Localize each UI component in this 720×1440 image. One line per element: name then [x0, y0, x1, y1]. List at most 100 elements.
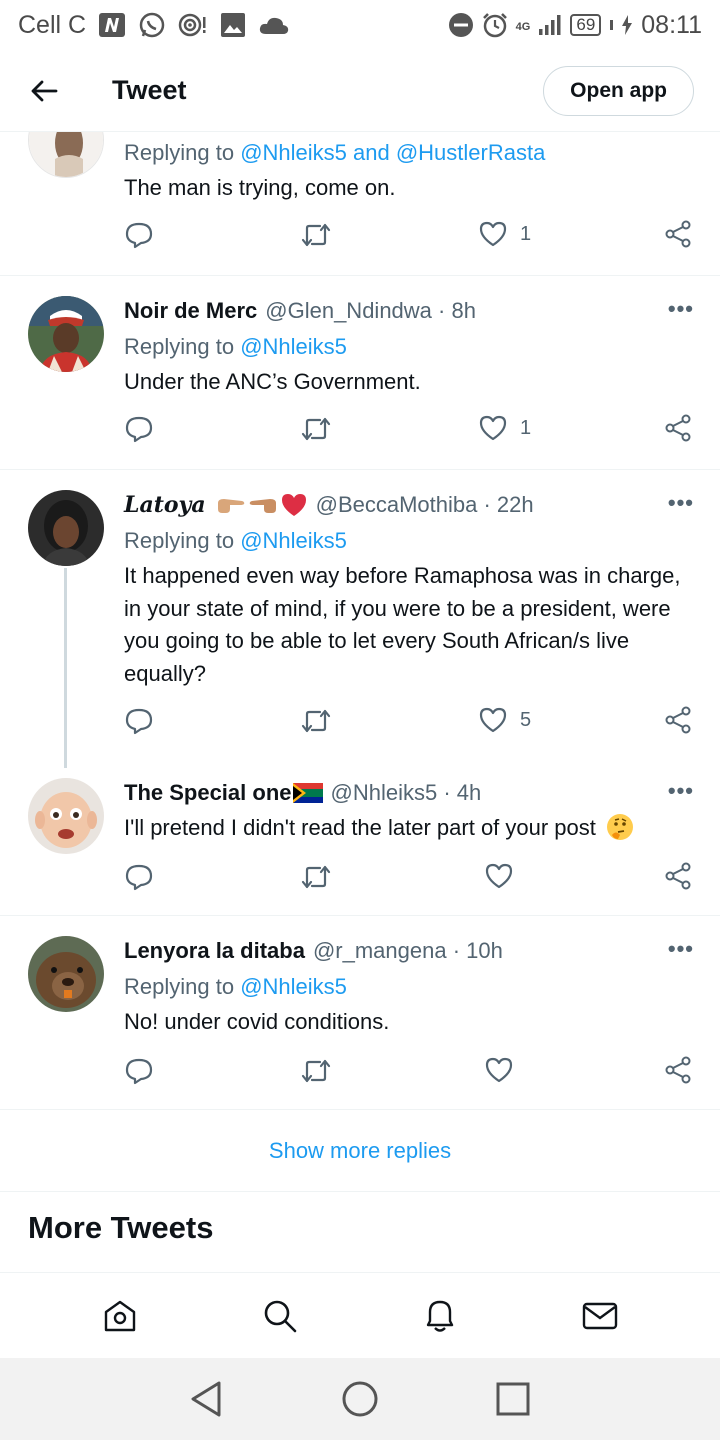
thinking-face-emoji [607, 814, 634, 840]
nav-home[interactable] [90, 1286, 150, 1346]
south-africa-flag-emoji [292, 783, 323, 803]
system-back-button[interactable] [182, 1374, 232, 1424]
replying-to: Replying to @Nhleiks5 and @HustlerRasta [124, 138, 694, 168]
tweet-text: The man is trying, come on. [124, 175, 396, 200]
more-options-button[interactable]: ••• [668, 778, 694, 804]
share-button[interactable] [664, 1056, 692, 1084]
more-tweets-heading: More Tweets [28, 1210, 214, 1245]
retweet-icon [301, 417, 331, 441]
tweet[interactable]: Replying to @Nhleiks5 and @HustlerRasta … [0, 132, 720, 276]
retweet-button[interactable] [300, 706, 332, 736]
tweet-text: It happened even way before Ramaphosa wa… [124, 563, 681, 686]
display-name[interactable]: Lenyora la ditaba [124, 938, 305, 964]
system-home-button[interactable] [335, 1374, 385, 1424]
back-button[interactable] [24, 71, 64, 111]
tweet[interactable]: Lenyora la ditaba @r_mangena · 10h ••• R… [0, 916, 720, 1110]
reply-button[interactable] [124, 414, 154, 444]
open-app-button[interactable]: Open app [543, 65, 694, 116]
tweet-text: Under the ANC’s Government. [124, 369, 421, 394]
more-options-button[interactable]: ••• [668, 490, 694, 516]
tweet-header: Lenyora la ditaba @r_mangena · 10h [124, 936, 694, 966]
handle-and-time: @Glen_Ndindwa · 8h [265, 298, 476, 323]
reply-icon [125, 222, 153, 249]
show-more-replies-link[interactable]: Show more replies [0, 1110, 720, 1192]
replying-to: Replying to @Nhleiks5 [124, 526, 694, 556]
tweet[interactable]: The Special one @Nhleiks5 · 4h ••• I'll … [0, 770, 720, 916]
reply-thread: Replying to @Nhleiks5 and @HustlerRasta … [0, 132, 720, 1272]
share-icon [665, 706, 691, 734]
red-heart-emoji [281, 494, 306, 516]
name-emojis [216, 492, 308, 518]
share-icon [665, 862, 691, 890]
share-button[interactable] [664, 414, 692, 442]
more-options-button[interactable]: ••• [668, 296, 694, 322]
replying-to-label: Replying to [124, 140, 241, 165]
like-button[interactable]: 1 [478, 414, 531, 442]
mention-link[interactable]: @Nhleiks5 [240, 334, 347, 359]
replying-to-label: Replying to [124, 528, 241, 553]
avatar[interactable] [28, 296, 104, 372]
like-button[interactable] [484, 862, 514, 890]
alarm-icon [482, 12, 508, 38]
tweet-actions [124, 862, 694, 898]
nav-search[interactable] [250, 1286, 310, 1346]
reply-button[interactable] [124, 862, 154, 892]
retweet-button[interactable] [300, 862, 332, 892]
envelope-icon [582, 1302, 618, 1329]
nav-messages[interactable] [570, 1286, 630, 1346]
nav-notifications[interactable] [410, 1286, 470, 1346]
mention-link[interactable]: @Nhleiks5 [240, 140, 347, 165]
tweet[interactable]: Noir de Merc @Glen_Ndindwa · 8h ••• Repl… [0, 276, 720, 470]
reply-icon [125, 416, 153, 443]
reply-button[interactable] [124, 1056, 154, 1086]
like-count: 1 [520, 416, 532, 439]
signal-icon [538, 14, 562, 36]
tweet-actions: 5 [124, 706, 694, 742]
carrier-app-icon [98, 12, 126, 38]
share-icon [665, 220, 691, 248]
tweet-header: Noir de Merc @Glen_Ndindwa · 8h [124, 296, 694, 326]
replying-to-and: and [346, 140, 396, 165]
like-count: 1 [520, 222, 532, 245]
avatar[interactable] [28, 936, 104, 1012]
mention-link[interactable]: @HustlerRasta [396, 140, 546, 165]
display-name[interactable]: Noir de Merc [124, 298, 257, 324]
avatar[interactable] [28, 778, 104, 854]
tweet-text: No! under covid conditions. [124, 1009, 390, 1034]
page-title: Tweet [112, 75, 187, 105]
like-button[interactable]: 5 [478, 706, 531, 734]
square-recents-icon [496, 1382, 530, 1416]
tweet-actions: 1 [124, 220, 694, 256]
share-button[interactable] [664, 862, 692, 890]
reply-icon [125, 864, 153, 891]
charging-icon [621, 14, 633, 36]
mention-link[interactable]: @Nhleiks5 [240, 974, 347, 999]
reply-icon [125, 708, 153, 735]
top-app-bar: Tweet Open app [0, 50, 720, 132]
reply-button[interactable] [124, 706, 154, 736]
tweet-text: I'll pretend I didn't read the later par… [124, 812, 694, 845]
more-options-button[interactable]: ••• [668, 936, 694, 962]
share-button[interactable] [664, 220, 692, 248]
do-not-disturb-icon [448, 12, 474, 38]
battery-tip [610, 20, 614, 30]
avatar[interactable] [28, 490, 104, 566]
retweet-icon [301, 223, 331, 247]
replying-to: Replying to @Nhleiks5 [124, 332, 694, 362]
avatar[interactable] [28, 132, 104, 178]
like-button[interactable]: 1 [478, 220, 531, 248]
display-name[interactable]: The Special one [124, 780, 292, 806]
retweet-button[interactable] [300, 1056, 332, 1086]
bell-icon [426, 1300, 454, 1332]
retweet-button[interactable] [300, 220, 332, 250]
search-icon [264, 1300, 297, 1332]
mention-link[interactable]: @Nhleiks5 [240, 528, 347, 553]
like-button[interactable] [484, 1056, 514, 1084]
system-recents-button[interactable] [488, 1374, 538, 1424]
battery-indicator: 69 [570, 14, 602, 36]
retweet-button[interactable] [300, 414, 332, 444]
share-button[interactable] [664, 706, 692, 734]
reply-button[interactable] [124, 220, 154, 250]
carrier-label: Cell C [18, 10, 87, 39]
display-name[interactable]: Latoya [124, 492, 206, 518]
